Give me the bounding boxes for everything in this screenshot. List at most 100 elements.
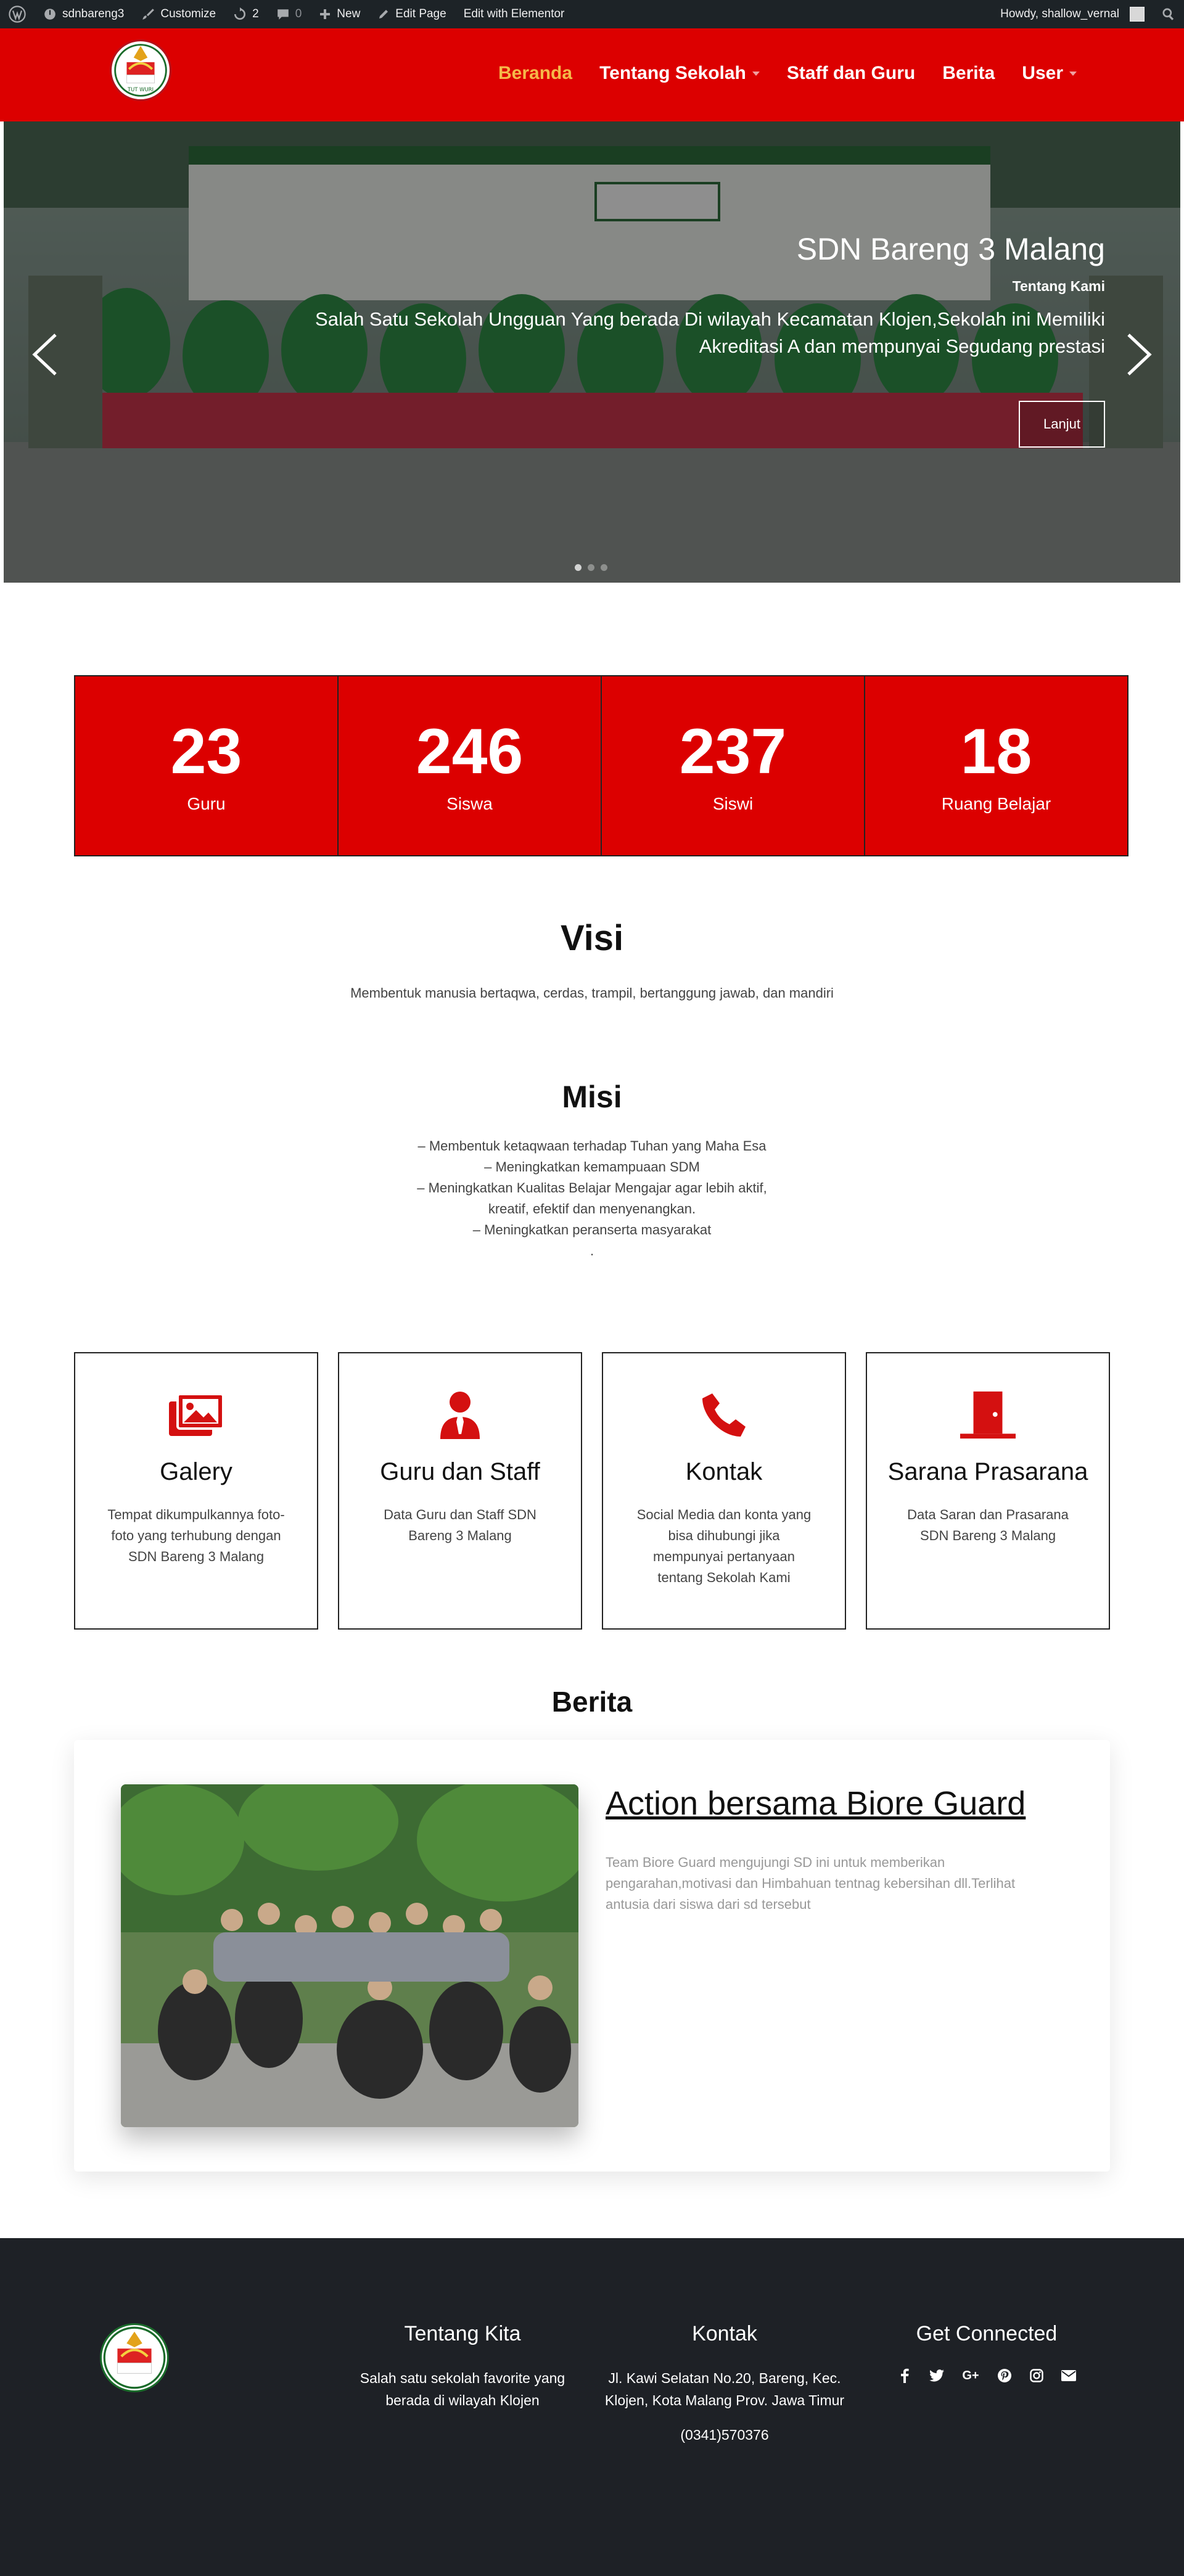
site-header: TUT WURI Beranda Tentang Sekolah Staff d…: [0, 28, 1184, 121]
site-name-link[interactable]: sdnbareng3: [35, 0, 133, 28]
misi-line: – Meningkatkan Kualitas Belajar Mengajar…: [417, 1180, 767, 1196]
card-title: Kontak: [685, 1458, 763, 1485]
hero-subtitle: Tentang Kami: [1012, 278, 1105, 294]
comments-link[interactable]: 0: [268, 0, 311, 28]
misi-line: – Membentuk ketaqwaan terhadap Tuhan yan…: [417, 1138, 767, 1154]
news-title-link[interactable]: Action bersama Biore Guard: [606, 1784, 1026, 1823]
nav-label: Tentang Sekolah: [599, 63, 746, 83]
my-account-link[interactable]: Howdy, shallow_vernal: [992, 0, 1153, 28]
pinterest-icon[interactable]: [996, 2367, 1013, 2384]
stat-guru: 23 Guru: [74, 675, 339, 856]
slider-next-icon[interactable]: [1121, 331, 1156, 378]
stat-siswa: 246 Siswa: [339, 675, 602, 856]
stat-value: 18: [960, 716, 1032, 787]
stats-section: 23 Guru 246 Siswa 237 Siswi 18 Ruang Bel…: [74, 675, 1128, 856]
footer-social-title: Get Connected: [916, 2322, 1058, 2345]
feature-cards: Galery Tempat dikumpulkannya foto-foto y…: [74, 1352, 1110, 1630]
nav-item-staff-dan-guru[interactable]: Staff dan Guru: [773, 63, 929, 84]
nav-label: Berita: [942, 63, 995, 83]
footer-logo[interactable]: [100, 2323, 169, 2392]
stat-value: 246: [416, 716, 524, 787]
updates-count: 2: [252, 7, 259, 20]
card-desc: Data Guru dan Staff SDN Bareng 3 Malang: [384, 1507, 536, 1543]
card-desc: Social Media dan konta yang bisa dihubun…: [636, 1507, 812, 1585]
google-plus-icon[interactable]: G+: [960, 2367, 981, 2384]
twitter-icon[interactable]: [928, 2367, 945, 2384]
card-title: Guru dan Staff: [380, 1458, 540, 1485]
new-content-link[interactable]: New: [310, 0, 369, 28]
main-nav: Beranda Tentang Sekolah Staff dan Guru B…: [485, 63, 1090, 84]
hero-title: SDN Bareng 3 Malang: [796, 232, 1105, 266]
card-kontak[interactable]: Kontak Social Media dan konta yang bisa …: [602, 1352, 846, 1630]
paintbrush-icon: [142, 9, 155, 20]
new-label: New: [337, 7, 361, 20]
nav-label: Staff dan Guru: [786, 63, 916, 83]
berita-title: Berita: [551, 1686, 633, 1718]
customize-link[interactable]: Customize: [133, 0, 224, 28]
stat-label: Guru: [187, 794, 226, 813]
card-desc: Data Saran dan Prasarana SDN Bareng 3 Ma…: [907, 1507, 1069, 1543]
nav-label: User: [1022, 63, 1063, 83]
pencil-icon: [379, 10, 388, 18]
envelope-icon[interactable]: [1060, 2367, 1077, 2384]
chevron-down-icon: [1069, 71, 1077, 76]
wordpress-logo-icon[interactable]: [0, 0, 35, 28]
hero-lanjut-button[interactable]: Lanjut: [1019, 401, 1105, 448]
nav-item-user[interactable]: User: [1008, 63, 1090, 84]
stat-label: Siswa: [446, 794, 493, 813]
howdy-label: Howdy, shallow_vernal: [1000, 7, 1119, 20]
comments-count: 0: [295, 7, 302, 20]
plus-icon: [320, 9, 331, 19]
hero-caption: SDN Bareng 3 Malang Tentang Kami Salah S…: [303, 231, 1105, 360]
footer-social: Get Connected G+: [863, 2322, 1110, 2384]
stat-value: 237: [679, 716, 787, 787]
hero-description: Salah Satu Sekolah Ungguan Yang berada D…: [315, 308, 1105, 357]
slider-dot[interactable]: [588, 564, 594, 571]
visi-text: Membentuk manusia bertaqwa, cerdas, tram…: [350, 985, 834, 1001]
news-card: Action bersama Biore Guard Team Biore Gu…: [74, 1740, 1110, 2172]
misi-line: kreatif, efektif dan menyenangkan.: [488, 1201, 696, 1216]
news-image[interactable]: [121, 1784, 578, 2127]
slider-dots: [575, 564, 607, 571]
news-excerpt: Team Biore Guard mengujungi SD ini untuk…: [606, 1855, 1016, 1912]
slider-dot[interactable]: [601, 564, 607, 571]
user-tie-icon: [432, 1390, 488, 1440]
edit-page-label: Edit Page: [395, 7, 446, 20]
card-galery[interactable]: Galery Tempat dikumpulkannya foto-foto y…: [74, 1352, 318, 1630]
admin-search-icon[interactable]: [1153, 0, 1184, 28]
nav-item-berita[interactable]: Berita: [929, 63, 1008, 84]
misi-line: .: [590, 1243, 594, 1258]
nav-label: Beranda: [498, 63, 573, 83]
elementor-link[interactable]: Edit with Elementor: [455, 0, 574, 28]
footer-about-title: Tentang Kita: [404, 2322, 521, 2345]
slider-prev-icon[interactable]: [28, 331, 63, 378]
stat-label: Siswi: [712, 794, 754, 813]
card-guru-dan-staff[interactable]: Guru dan Staff Data Guru dan Staff SDN B…: [338, 1352, 582, 1630]
instagram-icon[interactable]: [1028, 2367, 1045, 2384]
site-footer: Tentang Kita Salah satu sekolah favorite…: [0, 2238, 1184, 2576]
misi-line: – Meningkatkan kemampuaan SDM: [484, 1159, 700, 1175]
nav-item-beranda[interactable]: Beranda: [485, 63, 586, 84]
card-desc: Tempat dikumpulkannya foto-foto yang ter…: [107, 1507, 285, 1564]
visi-title: Visi: [560, 918, 624, 958]
school-logo[interactable]: TUT WURI: [110, 39, 171, 101]
footer-address: Jl. Kawi Selatan No.20, Bareng, Kec. Klo…: [604, 2370, 845, 2408]
door-icon: [960, 1390, 1016, 1440]
site-name: sdnbareng3: [62, 7, 125, 20]
nav-item-tentang-sekolah[interactable]: Tentang Sekolah: [586, 63, 773, 84]
misi-list: – Membentuk ketaqwaan terhadap Tuhan yan…: [0, 1136, 1184, 1261]
facebook-icon[interactable]: [896, 2367, 913, 2384]
footer-about-text: Salah satu sekolah favorite yang berada …: [360, 2370, 565, 2408]
chevron-down-icon: [752, 71, 760, 76]
updates-link[interactable]: 2: [224, 0, 268, 28]
customize-label: Customize: [160, 7, 216, 20]
stat-value: 23: [170, 716, 242, 787]
card-title: Galery: [160, 1458, 232, 1485]
gallery-icon: [168, 1390, 224, 1440]
card-sarana-prasarana[interactable]: Sarana Prasarana Data Saran dan Prasaran…: [866, 1352, 1110, 1630]
footer-contact: Kontak Jl. Kawi Selatan No.20, Bareng, K…: [601, 2322, 848, 2446]
slider-dot[interactable]: [575, 564, 582, 571]
misi-line: – Meningkatkan peranserta masyarakat: [472, 1222, 712, 1237]
refresh-icon: [234, 7, 246, 20]
edit-page-link[interactable]: Edit Page: [369, 0, 454, 28]
